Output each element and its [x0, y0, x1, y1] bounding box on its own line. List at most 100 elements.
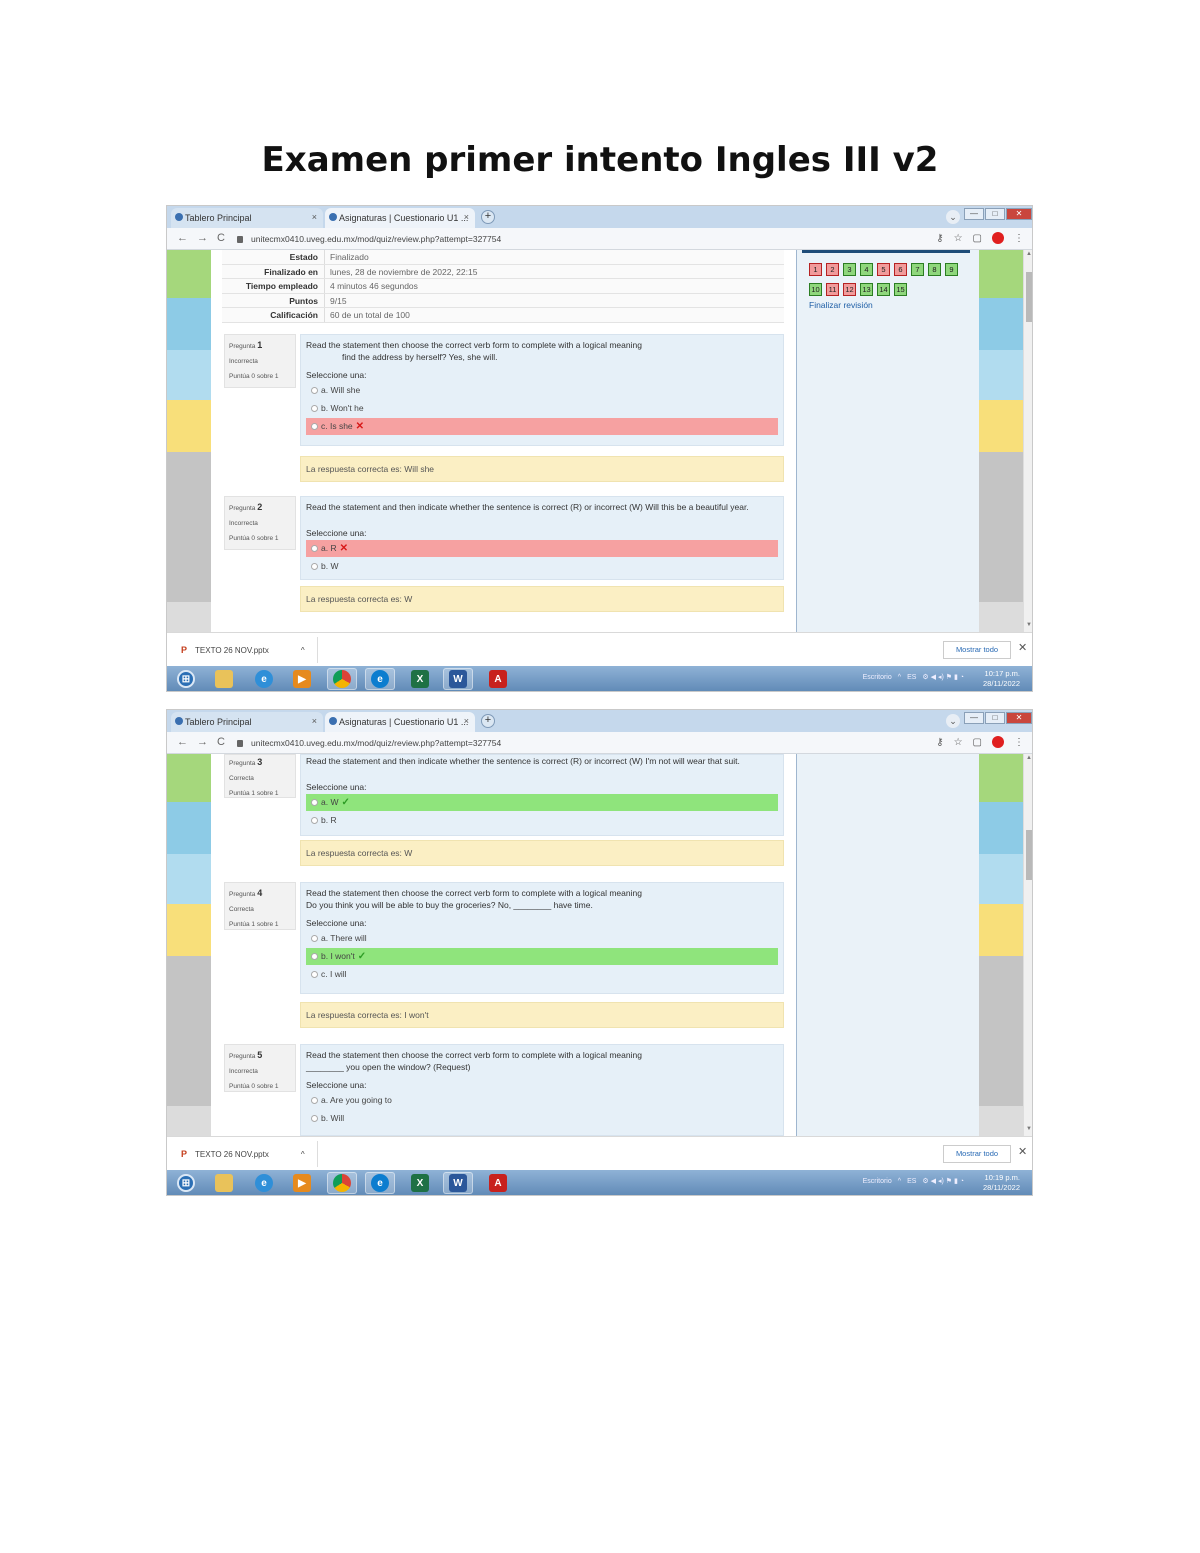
desktop-label[interactable]: Escritorio	[863, 674, 892, 681]
nav-question-8[interactable]: 8	[928, 263, 941, 276]
radio-icon[interactable]	[311, 387, 318, 394]
clock[interactable]: 10:19 p.m. 28/11/2022	[983, 1173, 1020, 1193]
tab-search-icon[interactable]: ⌄	[946, 210, 960, 224]
taskbar-media[interactable]: ▶	[287, 1172, 317, 1194]
taskbar-acrobat[interactable]: A	[483, 1172, 513, 1194]
taskbar-excel[interactable]: X	[405, 1172, 435, 1194]
new-tab-button[interactable]: +	[481, 714, 495, 728]
language-indicator[interactable]: ES	[907, 1178, 916, 1185]
nav-question-9[interactable]: 9	[945, 263, 958, 276]
close-window-button[interactable]: ✕	[1006, 712, 1032, 724]
address-bar[interactable]: unitecmx0410.uveg.edu.mx/mod/quiz/review…	[237, 735, 917, 751]
radio-icon[interactable]	[311, 1097, 318, 1104]
clock[interactable]: 10:17 p.m. 28/11/2022	[983, 669, 1020, 689]
bookmark-star-icon[interactable]: ☆	[954, 233, 963, 244]
close-downloads-icon[interactable]: ✕	[1018, 641, 1027, 654]
reload-button[interactable]: C	[217, 736, 225, 748]
close-downloads-icon[interactable]: ✕	[1018, 1145, 1027, 1158]
taskbar-chrome[interactable]	[327, 668, 357, 690]
radio-icon[interactable]	[311, 423, 318, 430]
radio-icon[interactable]	[311, 799, 318, 806]
radio-icon[interactable]	[311, 971, 318, 978]
radio-icon[interactable]	[311, 817, 318, 824]
maximize-button[interactable]: □	[985, 208, 1005, 220]
radio-icon[interactable]	[311, 953, 318, 960]
back-button[interactable]: ←	[177, 232, 188, 244]
nav-question-10[interactable]: 10	[809, 283, 822, 296]
radio-icon[interactable]	[311, 405, 318, 412]
taskbar-word[interactable]: W	[443, 1172, 473, 1194]
chevron-up-icon[interactable]: ^	[898, 674, 901, 681]
option[interactable]: b. Will	[306, 1110, 778, 1127]
show-all-button[interactable]: Mostrar todo	[943, 641, 1011, 659]
nav-question-7[interactable]: 7	[911, 263, 924, 276]
tab-tablero[interactable]: Tablero Principal ×	[171, 208, 323, 228]
nav-question-1[interactable]: 1	[809, 263, 822, 276]
nav-question-2[interactable]: 2	[826, 263, 839, 276]
show-all-button[interactable]: Mostrar todo	[943, 1145, 1011, 1163]
chevron-up-icon[interactable]: ^	[301, 1150, 305, 1159]
tray-icons[interactable]: ⚙ ◀ ◂) ⚑ ▮ ◔	[922, 1177, 964, 1185]
bookmark-star-icon[interactable]: ☆	[954, 737, 963, 748]
taskbar-edge[interactable]: e	[365, 1172, 395, 1194]
tab-close-icon[interactable]: ×	[464, 716, 469, 726]
tab-close-icon[interactable]: ×	[312, 716, 317, 726]
taskbar-word[interactable]: W	[443, 668, 473, 690]
taskbar-excel[interactable]: X	[405, 668, 435, 690]
taskbar-explorer[interactable]	[209, 668, 239, 690]
maximize-button[interactable]: □	[985, 712, 1005, 724]
record-icon[interactable]	[992, 736, 1004, 748]
reload-button[interactable]: C	[217, 232, 225, 244]
option[interactable]: a. Are you going to	[306, 1092, 778, 1109]
scroll-down-icon[interactable]: ▼	[1026, 1126, 1032, 1132]
taskbar-explorer[interactable]	[209, 1172, 239, 1194]
address-bar[interactable]: unitecmx0410.uveg.edu.mx/mod/quiz/review…	[237, 231, 917, 247]
radio-icon[interactable]	[311, 545, 318, 552]
back-button[interactable]: ←	[177, 736, 188, 748]
forward-button[interactable]: →	[197, 736, 208, 748]
scroll-up-icon[interactable]: ▲	[1026, 251, 1032, 257]
taskbar-chrome[interactable]	[327, 1172, 357, 1194]
start-button[interactable]: ⊞	[171, 1172, 201, 1194]
chevron-up-icon[interactable]: ^	[301, 646, 305, 655]
close-window-button[interactable]: ✕	[1006, 208, 1032, 220]
radio-icon[interactable]	[311, 1115, 318, 1122]
option[interactable]: b. R	[306, 812, 778, 829]
option-selected-incorrect[interactable]: c. Is she ✕	[306, 418, 778, 435]
finish-review-link[interactable]: Finalizar revisión	[809, 300, 873, 310]
option-selected-correct[interactable]: b. I won't ✓	[306, 948, 778, 965]
window-icon[interactable]: ▢	[973, 233, 982, 244]
taskbar-acrobat[interactable]: A	[483, 668, 513, 690]
download-item[interactable]: P TEXTO 26 NOV.pptx ^	[181, 1149, 305, 1159]
menu-dots-icon[interactable]: ⋮	[1014, 233, 1024, 244]
window-icon[interactable]: ▢	[973, 737, 982, 748]
download-item[interactable]: P TEXTO 26 NOV.pptx ^	[181, 645, 305, 655]
record-icon[interactable]	[992, 232, 1004, 244]
language-indicator[interactable]: ES	[907, 674, 916, 681]
scroll-thumb[interactable]	[1026, 272, 1032, 322]
chevron-up-icon[interactable]: ^	[898, 1178, 901, 1185]
nav-question-15[interactable]: 15	[894, 283, 907, 296]
scroll-thumb[interactable]	[1026, 830, 1032, 880]
taskbar-ie[interactable]: e	[249, 1172, 279, 1194]
scroll-down-icon[interactable]: ▼	[1026, 622, 1032, 628]
key-icon[interactable]: ⚷	[936, 737, 943, 748]
nav-question-6[interactable]: 6	[894, 263, 907, 276]
nav-question-13[interactable]: 13	[860, 283, 873, 296]
tab-tablero[interactable]: Tablero Principal ×	[171, 712, 323, 732]
option[interactable]: b. Won't he	[306, 400, 778, 417]
taskbar-media[interactable]: ▶	[287, 668, 317, 690]
desktop-label[interactable]: Escritorio	[863, 1178, 892, 1185]
option[interactable]: c. I will	[306, 966, 778, 983]
nav-question-14[interactable]: 14	[877, 283, 890, 296]
option[interactable]: a. There will	[306, 930, 778, 947]
tab-close-icon[interactable]: ×	[464, 212, 469, 222]
nav-question-11[interactable]: 11	[826, 283, 839, 296]
new-tab-button[interactable]: +	[481, 210, 495, 224]
scrollbar[interactable]: ▲ ▼	[1023, 250, 1032, 632]
menu-dots-icon[interactable]: ⋮	[1014, 737, 1024, 748]
tab-close-icon[interactable]: ×	[312, 212, 317, 222]
option-selected-incorrect[interactable]: a. R ✕	[306, 540, 778, 557]
scrollbar[interactable]: ▲ ▼	[1023, 754, 1032, 1136]
tab-cuestionario[interactable]: Asignaturas | Cuestionario U1 ... ×	[325, 712, 475, 732]
